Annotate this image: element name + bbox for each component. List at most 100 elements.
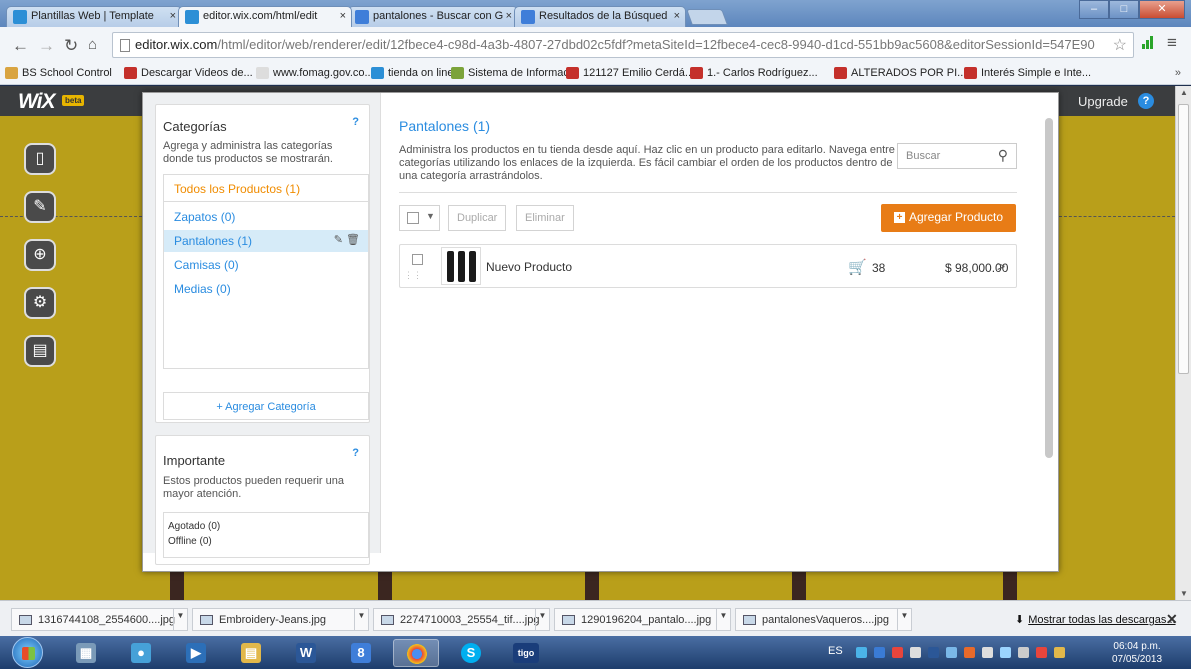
dialog-scrollbar[interactable]	[1045, 118, 1053, 458]
tray-app-icon[interactable]	[982, 647, 993, 658]
browser-tab[interactable]: pantalones - Buscar con G ×	[348, 6, 518, 27]
product-checkbox[interactable]	[412, 254, 423, 265]
taskbar-app-chrome[interactable]	[393, 639, 439, 667]
chevron-down-icon[interactable]: ▼	[173, 609, 187, 630]
bulk-select-dropdown[interactable]: ▼	[399, 205, 440, 231]
taskbar-app-explorer[interactable]: ▤	[228, 639, 274, 667]
taskbar-app-word[interactable]: W	[283, 639, 329, 667]
search-input[interactable]: Buscar ⚲	[897, 143, 1017, 169]
duplicate-button[interactable]: Duplicar	[448, 205, 507, 231]
flag-tray-icon[interactable]	[910, 647, 921, 658]
tray-app-icon[interactable]	[964, 647, 975, 658]
download-item[interactable]: 2274710003_25554_tif....jpg ▼	[373, 608, 550, 631]
offline-link[interactable]: Offline (0)	[168, 534, 368, 549]
tab-close-icon[interactable]: ×	[340, 10, 346, 22]
network-tray-icon[interactable]	[856, 647, 867, 658]
help-icon[interactable]: ?	[352, 447, 359, 459]
category-item[interactable]: Medias (0)	[164, 278, 368, 300]
tab-close-icon[interactable]: ×	[674, 10, 680, 22]
browser-tab-active[interactable]: editor.wix.com/html/edit ×	[178, 6, 352, 27]
tray-app-icon[interactable]	[892, 647, 903, 658]
tray-app-icon[interactable]	[946, 647, 957, 658]
tray-app-icon[interactable]	[874, 647, 885, 658]
bookmark-item[interactable]: 121127 Emilio Cerdá...	[566, 67, 694, 79]
clock[interactable]: 06:04 p.m. 07/05/2013	[1112, 640, 1162, 666]
tab-close-icon[interactable]: ×	[170, 10, 176, 22]
bookmark-star-icon[interactable]: ☆	[1113, 35, 1127, 55]
new-tab-button[interactable]	[686, 9, 728, 25]
start-button[interactable]	[12, 637, 43, 668]
signal-extension-icon[interactable]	[1142, 35, 1156, 49]
bookmarks-overflow-icon[interactable]: »	[1175, 67, 1181, 79]
browser-tab[interactable]: Plantillas Web | Template ×	[6, 6, 182, 27]
taskbar-app-calculator[interactable]: ▦	[63, 639, 109, 667]
bookmark-item[interactable]: www.fomag.gov.co...	[256, 67, 374, 79]
help-icon[interactable]: ?	[1138, 93, 1154, 109]
close-window-button[interactable]: ✕	[1139, 0, 1185, 19]
browser-menu-icon[interactable]: ≡	[1167, 33, 1177, 53]
tray-app-icon[interactable]	[1036, 647, 1047, 658]
forward-arrow-icon[interactable]: →	[38, 36, 55, 56]
add-icon[interactable]: ⊕	[24, 239, 56, 271]
page-scrollbar[interactable]: ▲ ▼	[1175, 86, 1191, 600]
category-all-products[interactable]: Todos los Productos (1)	[164, 175, 368, 202]
bookmark-item[interactable]: ALTERADOS POR PI...	[834, 67, 966, 79]
address-bar[interactable]: editor.wix.com/html/editor/web/renderer/…	[112, 32, 1134, 58]
scroll-thumb[interactable]	[1178, 104, 1189, 374]
download-item[interactable]: Embroidery-Jeans.jpg ▼	[192, 608, 369, 631]
language-indicator[interactable]: ES	[828, 645, 843, 657]
download-item[interactable]: 1316744108_2554600....jpg ▼	[11, 608, 188, 631]
category-item-selected[interactable]: Pantalones (1) ✎ 🗑	[164, 230, 368, 252]
bookmark-item[interactable]: Interés Simple e Inte...	[964, 67, 1091, 79]
bookmark-item[interactable]: tienda on line	[371, 67, 453, 79]
minimize-button[interactable]: –	[1079, 0, 1109, 19]
scroll-down-icon[interactable]: ▼	[1180, 589, 1188, 598]
add-product-button[interactable]: + Agregar Producto	[881, 204, 1016, 232]
bookmark-item[interactable]: 1.- Carlos Rodríguez...	[690, 67, 818, 79]
reload-icon[interactable]: ↻	[64, 36, 78, 56]
tray-app-icon[interactable]	[1054, 647, 1065, 658]
download-item[interactable]: 1290196204_pantalo....jpg ▼	[554, 608, 731, 631]
close-downloads-icon[interactable]: ✕	[1166, 611, 1178, 628]
taskbar-app-google[interactable]: 8	[338, 639, 384, 667]
chevron-down-icon[interactable]: ▼	[354, 609, 368, 630]
chevron-down-icon[interactable]: ▼	[535, 609, 549, 630]
chevron-down-icon[interactable]: ▼	[716, 609, 730, 630]
chevron-right-icon[interactable]: >	[997, 258, 1005, 274]
category-item[interactable]: Camisas (0)	[164, 254, 368, 276]
out-of-stock-link[interactable]: Agotado (0)	[168, 519, 368, 534]
browser-tab[interactable]: Resultados de la Búsqued ×	[514, 6, 686, 27]
taskbar-app-tigo[interactable]: tigo	[503, 639, 549, 667]
drag-handle-icon[interactable]: ⋮⋮	[404, 271, 422, 280]
taskbar-app-messenger[interactable]: ●	[118, 639, 164, 667]
select-all-checkbox[interactable]	[407, 212, 419, 224]
tray-app-icon[interactable]	[928, 647, 939, 658]
search-icon[interactable]: ⚲	[998, 147, 1008, 164]
trash-icon[interactable]: 🗑	[346, 234, 360, 246]
bookmark-item[interactable]: BS School Control	[5, 67, 112, 79]
product-row[interactable]: ⋮⋮ Nuevo Producto 🛒 38 $ 98,000.00 >	[399, 244, 1017, 288]
taskbar-app-skype[interactable]: S	[448, 639, 494, 667]
scroll-up-icon[interactable]: ▲	[1180, 88, 1188, 97]
signal-tray-icon[interactable]	[1000, 647, 1011, 658]
maximize-button[interactable]: □	[1109, 0, 1139, 19]
bookmark-item[interactable]: Descargar Videos de...	[124, 67, 253, 79]
download-item[interactable]: pantalonesVaqueros....jpg ▼	[735, 608, 912, 631]
help-icon[interactable]: ?	[352, 116, 359, 128]
taskbar-app-media[interactable]: ▶	[173, 639, 219, 667]
settings-gear-icon[interactable]: ⚙	[24, 287, 56, 319]
store-icon[interactable]: ▤	[24, 335, 56, 367]
category-item[interactable]: Zapatos (0)	[164, 206, 368, 228]
volume-icon[interactable]	[1018, 647, 1029, 658]
design-brush-icon[interactable]: ✎	[24, 191, 56, 223]
upgrade-link[interactable]: Upgrade	[1078, 94, 1128, 109]
tab-close-icon[interactable]: ×	[506, 10, 512, 22]
add-category-button[interactable]: + Agregar Categoría	[163, 392, 369, 420]
back-arrow-icon[interactable]: ←	[12, 36, 29, 56]
delete-button[interactable]: Eliminar	[516, 205, 574, 231]
pages-icon[interactable]: ▯	[24, 143, 56, 175]
edit-pencil-icon[interactable]: ✎	[334, 234, 343, 246]
chevron-down-icon[interactable]: ▼	[897, 609, 911, 630]
show-all-downloads-link[interactable]: ⬇ Mostrar todas las descargas...	[1015, 613, 1176, 626]
bookmark-item[interactable]: Sistema de Informac...	[451, 67, 578, 79]
